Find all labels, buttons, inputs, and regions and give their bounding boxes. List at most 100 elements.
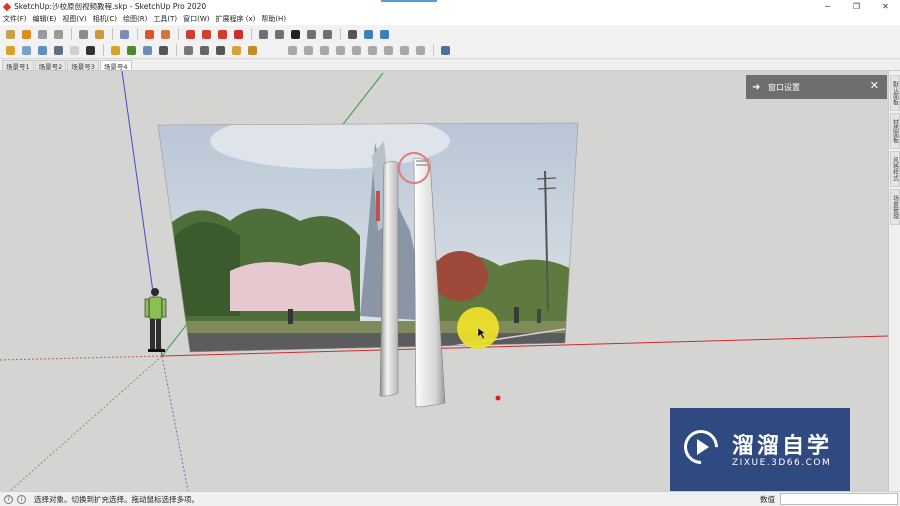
photo-icon <box>142 45 152 55</box>
tray-header[interactable]: ➜ 窗口设置 ✕ <box>746 75 887 99</box>
help-icon[interactable]: ? <box>4 494 13 504</box>
tray-tab-scenes[interactable]: 场景管理 <box>890 189 900 225</box>
box-button[interactable] <box>67 43 81 57</box>
previous-button[interactable] <box>51 27 65 41</box>
menu-draw[interactable]: 绘图(R) <box>123 14 147 24</box>
position-camera-button[interactable] <box>92 27 106 41</box>
walk-button[interactable] <box>76 27 90 41</box>
position-camera-icon <box>94 29 104 39</box>
view-iso-button[interactable] <box>285 43 299 57</box>
measurements-input[interactable] <box>780 493 898 505</box>
chain-button[interactable] <box>51 43 65 57</box>
orbit-button[interactable] <box>3 27 17 41</box>
view-perspective-icon <box>415 45 425 55</box>
minimize-button[interactable]: ─ <box>813 0 842 13</box>
view-front-button[interactable] <box>317 43 331 57</box>
black-square-button[interactable] <box>288 27 302 41</box>
folder-outline-button[interactable] <box>320 27 334 41</box>
info-icon[interactable]: i <box>17 494 26 504</box>
ruler-button[interactable] <box>181 43 195 57</box>
resize-button[interactable] <box>345 27 359 41</box>
view-top-button[interactable] <box>301 43 315 57</box>
view-top-icon <box>303 45 313 55</box>
chain-icon <box>53 45 63 55</box>
toolbar-row-1 <box>3 26 393 42</box>
play-button[interactable] <box>19 27 33 41</box>
menu-file[interactable]: 文件(F) <box>3 14 27 24</box>
toolbar-separator <box>103 44 104 56</box>
gear-red-button[interactable] <box>199 27 213 41</box>
glasses-button[interactable] <box>83 43 97 57</box>
menu-camera[interactable]: 相机(C) <box>93 14 117 24</box>
component-button[interactable] <box>361 27 375 41</box>
cup-button[interactable] <box>229 43 243 57</box>
view-camera-button[interactable] <box>397 43 411 57</box>
close-button[interactable]: ✕ <box>871 0 900 13</box>
view-perspective-button[interactable] <box>413 43 427 57</box>
sketchup-window: SketchUp:沙校原创视频教程.skp - SketchUp Pro 202… <box>0 0 900 506</box>
view-back-icon <box>351 45 361 55</box>
red-point-marker <box>495 395 501 401</box>
dash-button[interactable] <box>304 27 318 41</box>
menu-extensions[interactable]: 扩展程序 (x) <box>215 14 255 24</box>
scene-tab[interactable]: 场景号1 <box>2 60 34 71</box>
explode-button[interactable] <box>142 27 156 41</box>
lock-button[interactable] <box>117 27 131 41</box>
status-bar: ? i 选择对象。切换到扩充选择。拖动鼠标选择多项。 数值 <box>0 491 900 506</box>
tray-close-icon[interactable]: ✕ <box>870 79 879 92</box>
ruler-icon <box>183 45 193 55</box>
record-button[interactable] <box>231 27 245 41</box>
menu-view[interactable]: 视图(V) <box>62 14 86 24</box>
shield-gold-button[interactable] <box>108 43 122 57</box>
view-right-button[interactable] <box>333 43 347 57</box>
new-file-icon <box>274 29 284 39</box>
arrow-right-icon[interactable]: ➜ <box>752 82 768 93</box>
page-button[interactable] <box>256 27 270 41</box>
view-bottom-icon <box>383 45 393 55</box>
folder-red-button[interactable] <box>215 27 229 41</box>
tag-button[interactable] <box>213 43 227 57</box>
scene-tab[interactable]: 场景号4 <box>99 60 132 71</box>
photo-button[interactable] <box>140 43 154 57</box>
measurements-label: 数值 <box>760 495 775 504</box>
maximize-button[interactable]: ❐ <box>842 0 871 13</box>
menu-tools[interactable]: 工具(T) <box>153 14 177 24</box>
lock-icon <box>119 29 129 39</box>
grid-button[interactable] <box>158 27 172 41</box>
view-back-button[interactable] <box>349 43 363 57</box>
chat-button[interactable] <box>197 43 211 57</box>
scene-tab[interactable]: 场景号2 <box>34 60 67 71</box>
menu-help[interactable]: 帮助(H) <box>261 14 286 24</box>
tray-title: 窗口设置 <box>768 82 800 92</box>
folder-red-icon <box>217 29 227 39</box>
view-camera-icon <box>399 45 409 55</box>
window-controls: ─ ❐ ✕ <box>813 0 900 13</box>
image-button[interactable] <box>245 43 259 57</box>
stop-button[interactable] <box>35 27 49 41</box>
tree-button[interactable] <box>124 43 138 57</box>
status-message: 选择对象。切换到扩充选择。拖动鼠标选择多项。 <box>34 494 199 504</box>
globe-button[interactable] <box>438 43 452 57</box>
new-file-button[interactable] <box>272 27 286 41</box>
gear-red-icon <box>201 29 211 39</box>
speaker-button[interactable] <box>156 43 170 57</box>
settings-blue-button[interactable] <box>377 27 391 41</box>
toolbar-separator <box>340 28 341 40</box>
menu-window[interactable]: 窗口(W) <box>183 14 209 24</box>
scene-tab[interactable]: 场景号3 <box>67 60 99 71</box>
menu-edit[interactable]: 编辑(E) <box>33 14 57 24</box>
view-bottom-button[interactable] <box>381 43 395 57</box>
cup-icon <box>231 45 241 55</box>
sphere-button[interactable] <box>19 43 33 57</box>
dish-button[interactable] <box>35 43 49 57</box>
image-icon <box>247 45 257 55</box>
cloud-button[interactable] <box>183 27 197 41</box>
tray-tab-styles[interactable]: 风格样式 <box>890 151 900 187</box>
tray-tab-default[interactable]: 默认面板 <box>890 75 900 111</box>
component-icon <box>363 29 373 39</box>
tray-tab-materials[interactable]: 材质面板 <box>890 113 900 149</box>
record-icon <box>233 29 243 39</box>
settings-blue-icon <box>379 29 389 39</box>
shield-button[interactable] <box>3 43 17 57</box>
view-left-button[interactable] <box>365 43 379 57</box>
